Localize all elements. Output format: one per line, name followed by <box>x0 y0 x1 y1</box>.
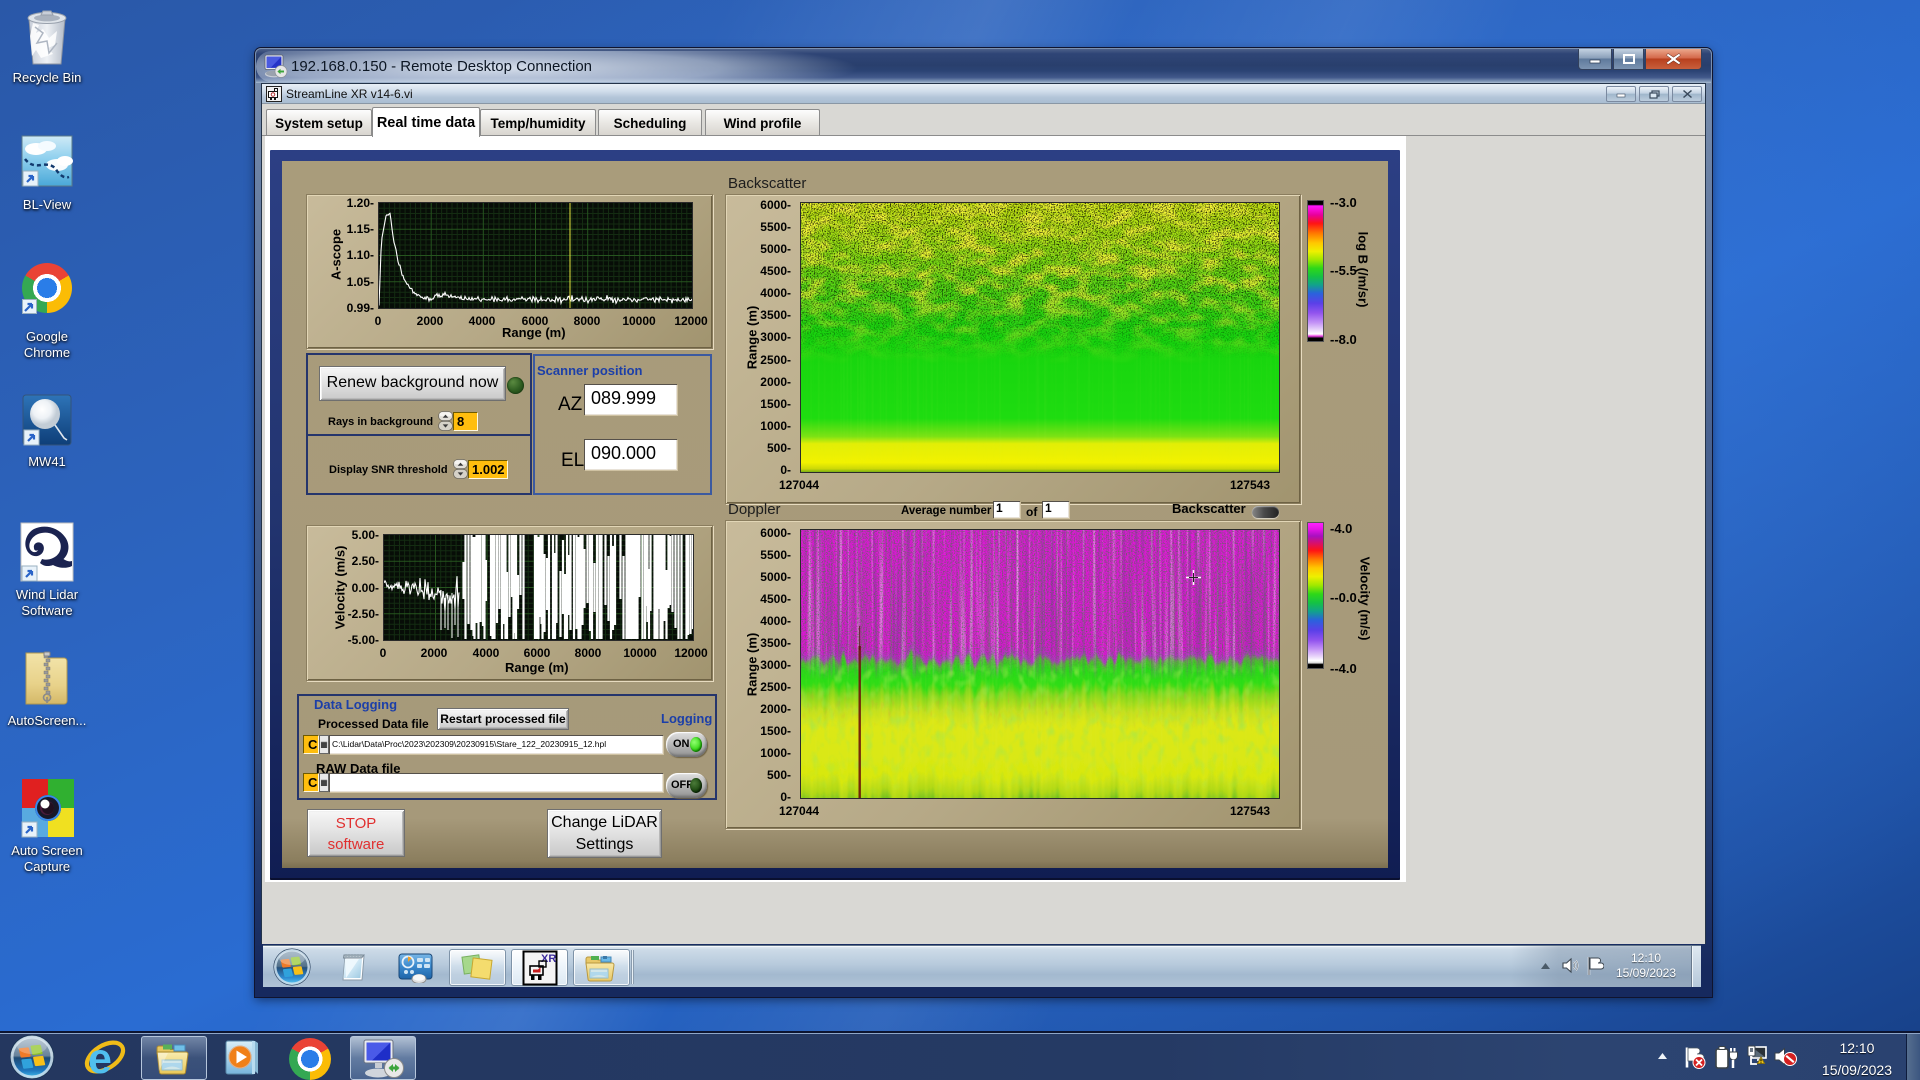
svg-text:e: e <box>88 1036 112 1080</box>
svg-text:XR: XR <box>541 953 556 965</box>
